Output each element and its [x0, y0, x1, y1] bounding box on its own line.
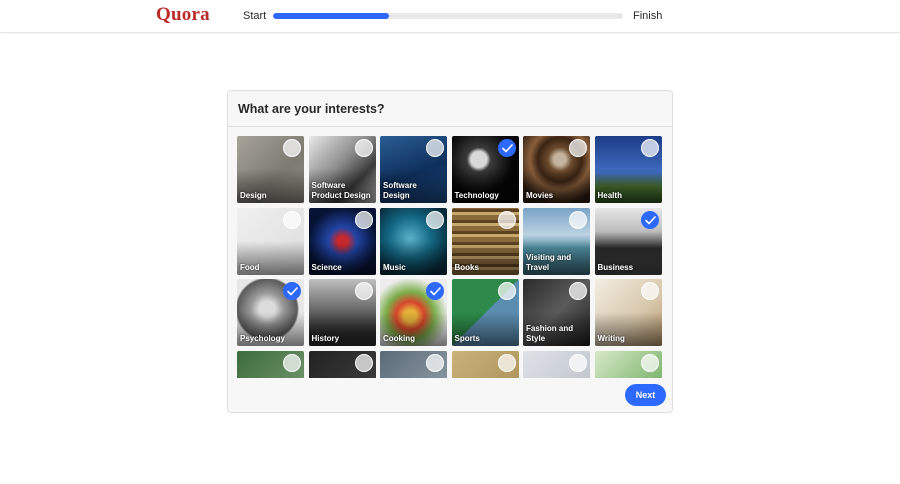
- topic-tile[interactable]: [308, 350, 376, 378]
- topic-label: Business: [597, 262, 634, 272]
- topic-checkbox[interactable]: [426, 282, 444, 300]
- topic-tile[interactable]: Business: [594, 207, 662, 275]
- progress-start-label: Start: [243, 10, 267, 22]
- interests-modal: What are your interests? Design Software …: [227, 90, 673, 413]
- topic-tile[interactable]: Psychology: [237, 279, 304, 346]
- topic-label: Movies: [526, 191, 554, 200]
- topic-checkbox[interactable]: [354, 210, 373, 229]
- topic-label: Science: [311, 262, 342, 272]
- topic-checkbox[interactable]: [640, 139, 659, 157]
- topic-checkbox[interactable]: [640, 353, 659, 372]
- topic-label: Cooking: [383, 334, 415, 343]
- topic-tile[interactable]: [237, 350, 304, 378]
- topic-checkbox[interactable]: [354, 282, 373, 300]
- topic-checkbox[interactable]: [354, 139, 373, 157]
- topics-scroll-area[interactable]: Design Software Product Design Software De…: [237, 136, 667, 378]
- topic-label: Writing: [597, 334, 625, 343]
- topic-checkbox[interactable]: [426, 210, 444, 229]
- topic-tile[interactable]: Fashion and Style: [523, 279, 590, 346]
- topic-label: Music: [383, 262, 406, 272]
- topic-label: Books: [454, 262, 479, 272]
- topic-checkbox[interactable]: [283, 210, 301, 229]
- topic-label: Software Product Design: [311, 181, 371, 200]
- topic-label: Health: [597, 191, 622, 200]
- topic-label: Sports: [454, 334, 480, 343]
- topic-checkbox[interactable]: [283, 353, 301, 372]
- topic-checkbox[interactable]: [354, 353, 373, 372]
- topic-tile[interactable]: Movies: [523, 136, 590, 203]
- topic-label: History: [311, 334, 340, 343]
- topic-tile[interactable]: [451, 350, 519, 378]
- progress-finish-label: Finish: [633, 10, 663, 22]
- topic-tile[interactable]: Books: [451, 207, 519, 275]
- progress-bar: [273, 13, 623, 19]
- topic-tile[interactable]: [523, 350, 590, 378]
- topic-tile[interactable]: Writing: [594, 279, 662, 346]
- topic-tile[interactable]: [380, 350, 447, 378]
- topic-tile[interactable]: Sports: [451, 279, 519, 346]
- topic-checkbox[interactable]: [640, 282, 659, 300]
- topic-checkbox[interactable]: [426, 353, 444, 372]
- checkmark-icon: [501, 144, 513, 153]
- topic-label: Visiting and Travel: [526, 252, 572, 272]
- topic-checkbox[interactable]: [426, 139, 444, 157]
- topic-checkbox[interactable]: [569, 139, 587, 157]
- topic-checkbox[interactable]: [569, 353, 587, 372]
- topic-tile[interactable]: Music: [380, 207, 447, 275]
- topic-tile[interactable]: Software Design: [380, 136, 447, 203]
- topic-checkbox[interactable]: [283, 282, 301, 300]
- modal-title: What are your interests?: [238, 102, 385, 116]
- topic-tile[interactable]: Health: [594, 136, 662, 203]
- topic-label: Psychology: [240, 334, 285, 343]
- topic-checkbox[interactable]: [283, 139, 301, 157]
- topic-label: Technology: [454, 191, 499, 200]
- topic-checkbox[interactable]: [497, 210, 516, 229]
- topic-tile[interactable]: [594, 350, 662, 378]
- topic-label: Fashion and Style: [526, 324, 574, 343]
- topic-checkbox[interactable]: [569, 210, 587, 229]
- topic-checkbox[interactable]: [497, 282, 516, 300]
- checkmark-icon: [644, 215, 656, 224]
- topic-tile[interactable]: Software Product Design: [308, 136, 376, 203]
- topic-checkbox[interactable]: [569, 282, 587, 300]
- quora-logo[interactable]: Quora: [156, 4, 210, 26]
- topics-grid: Design Software Product Design Software De…: [237, 136, 667, 378]
- modal-header: What are your interests?: [228, 91, 672, 127]
- top-bar: Quora Start Finish: [0, 0, 900, 33]
- topic-checkbox[interactable]: [497, 139, 516, 157]
- topic-label: Software Design: [383, 181, 417, 200]
- checkmark-icon: [287, 287, 298, 296]
- checkmark-icon: [430, 287, 441, 296]
- topic-label: Food: [240, 262, 260, 272]
- topic-tile[interactable]: Food: [237, 207, 304, 275]
- topic-label: Design: [240, 191, 267, 200]
- topic-checkbox[interactable]: [640, 210, 659, 229]
- topic-tile[interactable]: History: [308, 279, 376, 346]
- topic-checkbox[interactable]: [497, 353, 516, 372]
- topic-tile[interactable]: Cooking: [380, 279, 447, 346]
- topic-tile[interactable]: Science: [308, 207, 376, 275]
- topic-tile[interactable]: Visiting and Travel: [523, 207, 590, 275]
- topic-tile[interactable]: Technology: [451, 136, 519, 203]
- topic-tile[interactable]: Design: [237, 136, 304, 203]
- next-button[interactable]: Next: [625, 384, 666, 406]
- progress-fill: [273, 13, 389, 19]
